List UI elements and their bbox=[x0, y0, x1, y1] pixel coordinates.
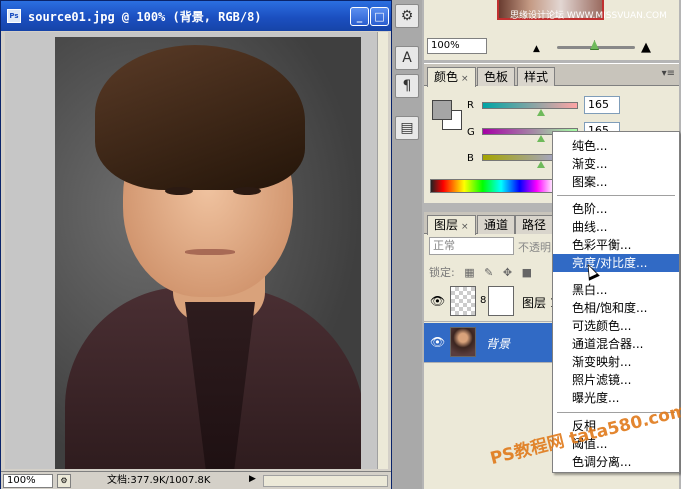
channel-g-knob[interactable] bbox=[537, 135, 545, 142]
status-zoom-field[interactable]: 100% bbox=[3, 474, 53, 488]
menu-separator bbox=[557, 195, 675, 196]
layer-name[interactable]: 背景 bbox=[486, 335, 510, 352]
lock-paint-icon[interactable]: ✎ bbox=[484, 266, 493, 279]
status-menu-arrow-icon[interactable]: ▶ bbox=[249, 474, 256, 484]
menu-item-solid-color[interactable]: 纯色... bbox=[553, 137, 679, 155]
menu-item-black-white[interactable]: 黑白... bbox=[553, 281, 679, 299]
panel-tool-strip: ⚙ A ¶ ▤ bbox=[392, 0, 422, 489]
paragraph-icon[interactable]: ¶ bbox=[395, 74, 419, 98]
color-panel-tabs: 颜色 × 色板 样式 ▾≡ bbox=[424, 64, 679, 87]
tab-swatches-label: 色板 bbox=[484, 70, 509, 84]
tab-layers[interactable]: 图层 × bbox=[427, 215, 476, 235]
photoshop-app-icon: Ps bbox=[7, 9, 21, 23]
menu-item-brightness-contrast[interactable]: 亮度/对比度... bbox=[553, 254, 679, 272]
menu-item-hue-saturation[interactable]: 色相/饱和度... bbox=[553, 299, 679, 317]
channel-g-label: G bbox=[467, 127, 475, 138]
tab-color-label: 颜色 bbox=[434, 70, 459, 84]
navigator-tool-icon[interactable]: ⚙ bbox=[395, 4, 419, 28]
maximize-button[interactable]: □ bbox=[370, 7, 389, 26]
channel-r-label: R bbox=[467, 100, 474, 111]
menu-item-photo-filter[interactable]: 照片滤镜... bbox=[553, 371, 679, 389]
menu-item-gradient-map[interactable]: 渐变映射... bbox=[553, 353, 679, 371]
channel-b-knob[interactable] bbox=[537, 161, 545, 168]
visibility-eye-icon[interactable]: 👁 bbox=[430, 294, 445, 308]
tab-styles-label: 样式 bbox=[524, 70, 549, 84]
document-size-info: 文档:377.9K/1007.8K bbox=[107, 475, 211, 486]
document-title: source01.jpg @ 100% (背景, RGB/8) bbox=[28, 10, 262, 24]
close-icon[interactable]: × bbox=[461, 222, 469, 232]
layer-mask-thumbnail[interactable] bbox=[488, 286, 514, 316]
blend-mode-select[interactable]: 正常 bbox=[429, 237, 514, 255]
canvas-area[interactable] bbox=[5, 32, 388, 469]
menu-item-gradient[interactable]: 渐变... bbox=[553, 155, 679, 173]
status-bar: 100% ⚙ 文档:377.9K/1007.8K ▶ bbox=[1, 471, 391, 489]
lock-label: 锁定: bbox=[429, 266, 455, 279]
info-icon[interactable]: ▤ bbox=[395, 116, 419, 140]
channel-r-value[interactable]: 165 bbox=[584, 96, 620, 114]
character-icon[interactable]: A bbox=[395, 46, 419, 70]
tab-channels-label: 通道 bbox=[484, 218, 509, 232]
navigator-zoom-field[interactable]: 100% bbox=[427, 38, 487, 54]
channel-r-knob[interactable] bbox=[537, 109, 545, 116]
menu-item-color-balance[interactable]: 色彩平衡... bbox=[553, 236, 679, 254]
navigator-zoom-knob[interactable] bbox=[590, 40, 599, 50]
tab-paths-label: 路径 bbox=[522, 218, 547, 232]
opacity-label: 不透明 bbox=[518, 241, 551, 254]
document-window: Ps source01.jpg @ 100% (背景, RGB/8) _ □ 1… bbox=[0, 0, 392, 489]
status-tool-icon[interactable]: ⚙ bbox=[57, 474, 71, 488]
photo-right-eye bbox=[233, 187, 261, 195]
foreground-color-swatch[interactable] bbox=[432, 100, 452, 120]
menu-item-levels[interactable]: 色阶... bbox=[553, 200, 679, 218]
zoom-in-icon[interactable]: ▲ bbox=[641, 40, 651, 55]
layer-thumbnail[interactable] bbox=[450, 286, 476, 316]
menu-item-posterize[interactable]: 色调分离... bbox=[553, 453, 679, 471]
lock-position-icon[interactable]: ✥ bbox=[503, 266, 512, 279]
photo-left-eye bbox=[165, 187, 193, 195]
channel-b-label: B bbox=[467, 153, 474, 164]
document-photo[interactable] bbox=[55, 37, 361, 469]
tab-styles[interactable]: 样式 bbox=[517, 67, 556, 86]
vertical-scrollbar[interactable] bbox=[377, 32, 388, 469]
channel-r-slider[interactable] bbox=[482, 102, 578, 109]
horizontal-scrollbar[interactable] bbox=[263, 475, 388, 487]
menu-item-curves[interactable]: 曲线... bbox=[553, 218, 679, 236]
layer-thumbnail[interactable] bbox=[450, 327, 476, 357]
document-title-bar[interactable]: Ps source01.jpg @ 100% (背景, RGB/8) _ □ bbox=[1, 1, 391, 31]
close-icon[interactable]: × bbox=[461, 74, 469, 84]
color-spectrum-bar[interactable] bbox=[430, 179, 555, 193]
panel-menu-icon[interactable]: ▾≡ bbox=[662, 68, 675, 79]
lock-row: 锁定: ▦ ✎ ✥ ■ bbox=[429, 264, 532, 280]
lock-transparent-icon[interactable]: ▦ bbox=[464, 266, 474, 279]
tab-paths[interactable]: 路径 bbox=[515, 215, 554, 234]
menu-item-pattern[interactable]: 图案... bbox=[553, 173, 679, 191]
visibility-eye-icon[interactable]: 👁 bbox=[430, 335, 445, 349]
minimize-button[interactable]: _ bbox=[350, 7, 369, 26]
photo-mouth bbox=[185, 249, 235, 255]
tab-layers-label: 图层 bbox=[434, 218, 459, 232]
menu-item-channel-mixer[interactable]: 通道混合器... bbox=[553, 335, 679, 353]
tab-color[interactable]: 颜色 × bbox=[427, 67, 476, 87]
photo-hair bbox=[95, 45, 305, 190]
navigator-panel: 思缘设计论坛 WWW.MISSVUAN.COM 100% ▲ ▲ bbox=[424, 0, 679, 60]
menu-item-selective-color[interactable]: 可选颜色... bbox=[553, 317, 679, 335]
lock-all-icon[interactable]: ■ bbox=[522, 266, 532, 279]
link-chain-icon[interactable]: 8 bbox=[480, 295, 486, 306]
tab-channels[interactable]: 通道 bbox=[477, 215, 516, 234]
tab-swatches[interactable]: 色板 bbox=[477, 67, 516, 86]
navigator-watermark: 思缘设计论坛 WWW.MISSVUAN.COM bbox=[510, 11, 667, 21]
zoom-out-icon[interactable]: ▲ bbox=[533, 44, 540, 54]
